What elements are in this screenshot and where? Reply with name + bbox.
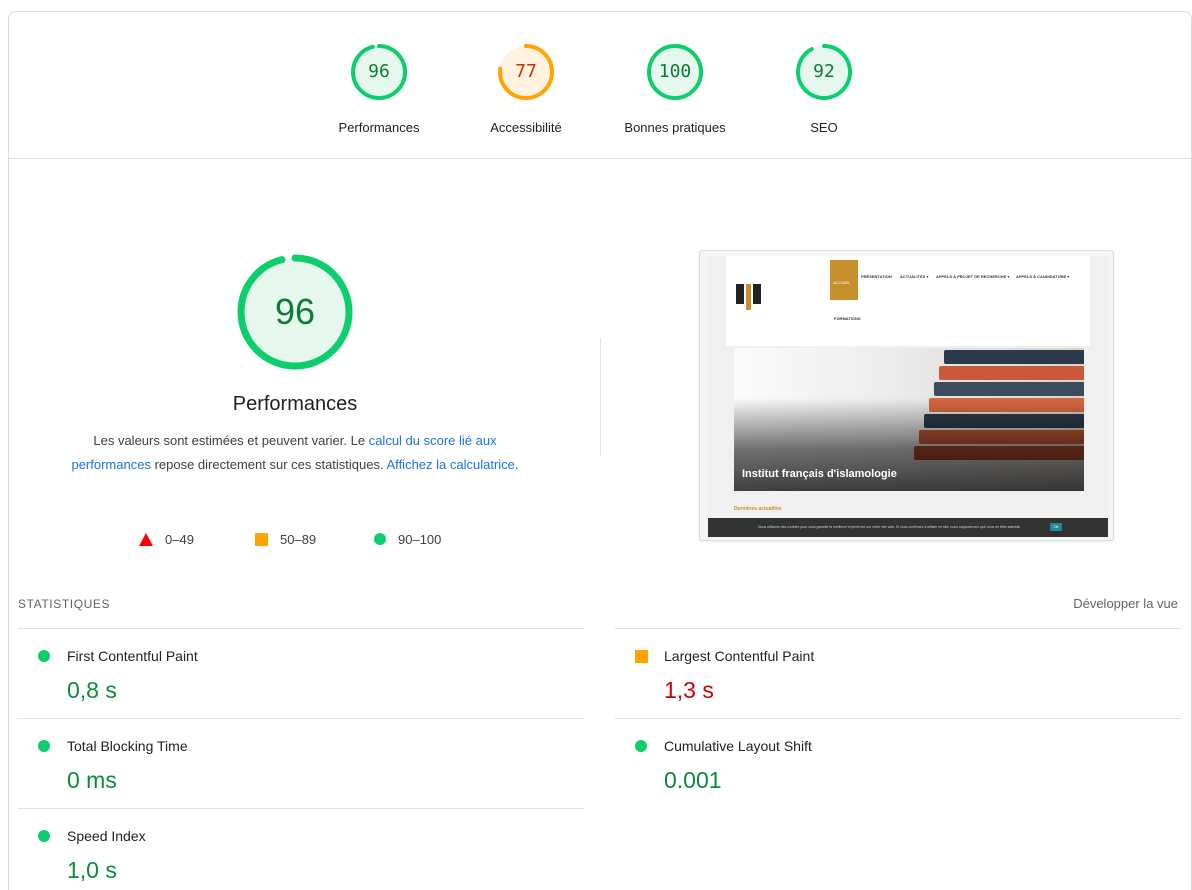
cookie-text: Nous utilisons des cookies pour vous gar…: [758, 525, 1021, 529]
nav-item: APPELS À CANDIDATURE ▾: [1016, 274, 1070, 279]
expand-view-toggle[interactable]: Développer la vue: [1073, 596, 1178, 611]
cookie-ok-button: Ok: [1050, 523, 1062, 531]
gauge-label: SEO: [810, 120, 838, 135]
nav-active-label: ACCUEIL: [833, 280, 851, 285]
performance-description: Les valeurs sont estimées et peuvent var…: [55, 429, 535, 477]
site-preview: ACCUEIL PRÉSENTATION ACTUALITÉS ▾ APPELS…: [708, 256, 1108, 537]
square-icon: [635, 650, 648, 663]
score-legend: 0–49 50–89 90–100: [139, 530, 479, 550]
report-card: 96 Performances 77 Accessibilité 100 Bon…: [8, 11, 1192, 890]
nav-item: ACTUALITÉS ▾: [900, 274, 929, 279]
legend-fail: 0–49: [139, 530, 194, 550]
legend-pass-range: 90–100: [398, 532, 442, 547]
gauge-label: Bonnes pratiques: [624, 120, 726, 135]
stats-title: STATISTIQUES: [18, 597, 111, 611]
circle-icon: [38, 830, 50, 842]
nav-item: APPELS À PROJET DE RECHERCHE ▾: [936, 274, 1010, 279]
metric-largest-contentful-paint[interactable]: Largest Contentful Paint 1,3 s: [615, 628, 1181, 718]
gauge-performance[interactable]: 96 Performances: [309, 42, 449, 135]
description-text: .: [514, 457, 519, 472]
gauge-best-practices[interactable]: 100 Bonnes pratiques: [605, 42, 745, 135]
gauge-score: 100: [658, 61, 692, 82]
nav-active-item: ACCUEIL: [830, 260, 858, 300]
hero-title: Institut français d'islamologie: [742, 468, 897, 480]
stats-header: STATISTIQUES Développer la vue: [9, 596, 1191, 627]
performance-score-gauge: 96: [235, 252, 355, 372]
performance-score: 96: [274, 291, 316, 332]
gauge-label: Accessibilité: [490, 120, 562, 135]
metric-cumulative-layout-shift[interactable]: Cumulative Layout Shift 0.001: [615, 718, 1181, 808]
metric-value: 0 ms: [67, 767, 117, 793]
page-screenshot-thumbnail[interactable]: ACCUEIL PRÉSENTATION ACTUALITÉS ▾ APPELS…: [699, 250, 1114, 541]
category-gauges: 96 Performances 77 Accessibilité 100 Bon…: [9, 12, 1191, 159]
legend-pass: 90–100: [374, 530, 441, 550]
site-logo-icon: [736, 284, 762, 310]
square-icon: [255, 533, 268, 546]
metric-label: First Contentful Paint: [67, 648, 198, 664]
metric-label: Largest Contentful Paint: [664, 648, 815, 664]
news-label: Dernières actualités: [734, 506, 782, 512]
gauge-accessibility[interactable]: 77 Accessibilité: [456, 42, 596, 135]
nav-item: FORMATIONS: [834, 316, 861, 321]
metric-value: 0,8 s: [67, 677, 117, 703]
legend-average: 50–89: [255, 530, 316, 550]
performance-title: Performances: [232, 393, 358, 415]
metric-label: Cumulative Layout Shift: [664, 738, 812, 754]
metric-label: Speed Index: [67, 828, 146, 844]
cookie-banner: Nous utilisons des cookies pour vous gar…: [708, 518, 1108, 537]
legend-fail-range: 0–49: [165, 532, 194, 547]
hero-banner: Institut français d'islamologie: [734, 348, 1084, 491]
circle-icon: [374, 533, 386, 545]
metric-first-contentful-paint[interactable]: First Contentful Paint 0,8 s: [18, 628, 584, 718]
metric-total-blocking-time[interactable]: Total Blocking Time 0 ms: [18, 718, 584, 808]
circle-icon: [38, 740, 50, 752]
circle-icon: [635, 740, 647, 752]
metric-value: 1,0 s: [67, 857, 117, 883]
metric-value: 0.001: [664, 767, 722, 793]
metric-speed-index[interactable]: Speed Index 1,0 s: [18, 808, 584, 890]
nav-item: PRÉSENTATION: [861, 274, 892, 279]
site-header: ACCUEIL PRÉSENTATION ACTUALITÉS ▾ APPELS…: [726, 256, 1090, 346]
circle-icon: [38, 650, 50, 662]
metric-value: 1,3 s: [664, 677, 714, 703]
metric-label: Total Blocking Time: [67, 738, 188, 754]
legend-average-range: 50–89: [280, 532, 317, 547]
description-text: Les valeurs sont estimées et peuvent var…: [93, 433, 369, 448]
gauge-score: 77: [515, 61, 537, 82]
gauge-score: 96: [368, 61, 390, 82]
triangle-icon: [139, 533, 153, 546]
vertical-divider: [600, 338, 601, 456]
gauge-seo[interactable]: 92 SEO: [754, 42, 894, 135]
gauge-label: Performances: [338, 120, 420, 135]
gauge-score: 92: [813, 61, 835, 82]
calculator-link[interactable]: Affichez la calculatrice: [387, 457, 515, 472]
description-text: repose directement sur ces statistiques.: [150, 457, 387, 472]
